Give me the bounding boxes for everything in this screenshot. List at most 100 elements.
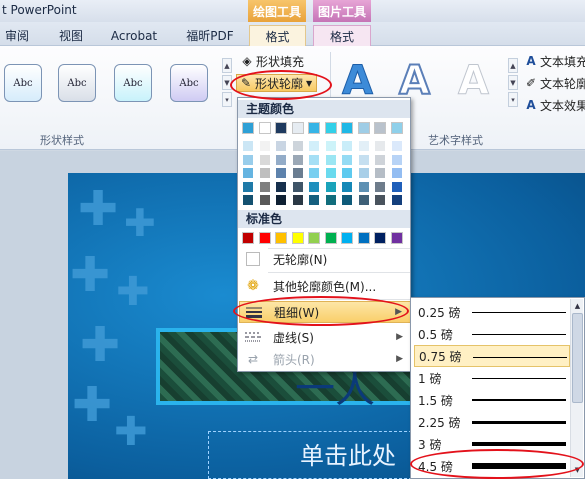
theme-color-shade-swatch[interactable]: [258, 167, 271, 179]
weight-option[interactable]: 3 磅: [414, 433, 570, 455]
theme-color-shade-swatch[interactable]: [341, 153, 353, 166]
theme-color-shade-swatch[interactable]: [324, 167, 337, 179]
theme-color-shade-swatch[interactable]: [291, 194, 304, 206]
standard-color-swatch[interactable]: [291, 232, 304, 244]
dashes-item[interactable]: 虚线(S) ▶: [239, 326, 411, 348]
weight-option[interactable]: 4.5 磅: [414, 455, 570, 477]
wordart-scroll-up[interactable]: ▲: [508, 58, 518, 73]
shape-fill-button[interactable]: ◈ 形状填充: [240, 52, 304, 70]
weight-option[interactable]: 1 磅: [414, 367, 570, 389]
theme-color-shade-swatch[interactable]: [242, 194, 254, 206]
theme-color-swatch[interactable]: [308, 122, 320, 134]
shape-style-1[interactable]: Abc: [4, 64, 42, 102]
theme-color-shade-swatch[interactable]: [291, 167, 304, 179]
standard-color-swatch[interactable]: [390, 232, 403, 244]
theme-color-shade-swatch[interactable]: [341, 194, 353, 206]
weight-option[interactable]: 0.75 磅: [414, 345, 570, 367]
standard-color-swatch[interactable]: [258, 232, 271, 244]
text-effects-button[interactable]: A 文本效果: [524, 96, 585, 114]
shape-style-2[interactable]: Abc: [58, 64, 96, 102]
tab-review[interactable]: 审阅: [0, 25, 34, 46]
theme-color-shade-swatch[interactable]: [242, 140, 254, 152]
standard-color-swatch[interactable]: [242, 232, 254, 244]
theme-color-shade-swatch[interactable]: [357, 194, 370, 206]
theme-color-swatch[interactable]: [357, 122, 370, 134]
theme-color-swatch[interactable]: [258, 122, 271, 134]
text-outline-button[interactable]: ✐ 文本轮廓: [524, 74, 585, 92]
theme-color-shade-swatch[interactable]: [258, 153, 271, 166]
weight-item[interactable]: 粗细(W) ▶: [239, 301, 411, 323]
arrows-item[interactable]: ⇄ 箭头(R) ▶: [239, 348, 411, 370]
theme-color-shade-swatch[interactable]: [275, 167, 287, 179]
theme-color-swatch[interactable]: [374, 122, 386, 134]
theme-color-shade-swatch[interactable]: [275, 140, 287, 152]
theme-color-shade-swatch[interactable]: [308, 180, 320, 193]
theme-color-shade-swatch[interactable]: [374, 153, 386, 166]
theme-color-shade-swatch[interactable]: [324, 194, 337, 206]
text-fill-button[interactable]: A 文本填充: [524, 52, 585, 70]
shape-style-3[interactable]: Abc: [114, 64, 152, 102]
theme-color-shade-swatch[interactable]: [242, 180, 254, 193]
more-outline-colors-item[interactable]: ❁ 其他轮廓颜色(M)...: [239, 275, 411, 297]
theme-color-shade-swatch[interactable]: [324, 180, 337, 193]
tab-format-drawing[interactable]: 格式: [249, 25, 306, 46]
theme-color-shade-swatch[interactable]: [242, 153, 254, 166]
theme-color-shade-swatch[interactable]: [291, 180, 304, 193]
theme-color-shade-swatch[interactable]: [308, 140, 320, 152]
styles-scroll-down[interactable]: ▼: [222, 75, 232, 90]
tab-foxit-pdf[interactable]: 福昕PDF: [178, 25, 242, 46]
theme-color-shade-swatch[interactable]: [357, 140, 370, 152]
theme-color-shade-swatch[interactable]: [374, 180, 386, 193]
theme-color-shade-swatch[interactable]: [275, 194, 287, 206]
theme-color-shade-swatch[interactable]: [341, 167, 353, 179]
theme-color-shade-swatch[interactable]: [291, 140, 304, 152]
theme-color-swatch[interactable]: [242, 122, 254, 134]
standard-color-swatch[interactable]: [341, 232, 353, 244]
styles-scroll-up[interactable]: ▲: [222, 58, 232, 73]
weight-option[interactable]: 1.5 磅: [414, 389, 570, 411]
no-outline-item[interactable]: 无轮廓(N): [239, 248, 411, 270]
weight-option[interactable]: 0.25 磅: [414, 301, 570, 323]
tab-format-picture[interactable]: 格式: [313, 25, 371, 46]
tab-view[interactable]: 视图: [52, 25, 90, 46]
theme-color-shade-swatch[interactable]: [374, 140, 386, 152]
styles-more[interactable]: ▾: [222, 92, 232, 107]
theme-color-shade-swatch[interactable]: [390, 167, 403, 179]
theme-color-shade-swatch[interactable]: [275, 180, 287, 193]
wordart-more[interactable]: ▾: [508, 92, 518, 107]
theme-color-swatch[interactable]: [390, 122, 403, 134]
scroll-thumb[interactable]: [572, 313, 583, 403]
tab-acrobat[interactable]: Acrobat: [104, 25, 164, 46]
theme-color-shade-swatch[interactable]: [341, 180, 353, 193]
scroll-down-icon[interactable]: ▼: [572, 464, 583, 476]
scroll-up-icon[interactable]: ▲: [572, 300, 583, 312]
theme-color-shade-swatch[interactable]: [341, 140, 353, 152]
theme-color-shade-swatch[interactable]: [324, 140, 337, 152]
theme-color-shade-swatch[interactable]: [357, 180, 370, 193]
standard-color-swatch[interactable]: [374, 232, 386, 244]
theme-color-shade-swatch[interactable]: [390, 180, 403, 193]
standard-color-swatch[interactable]: [275, 232, 287, 244]
theme-color-shade-swatch[interactable]: [258, 180, 271, 193]
theme-color-shade-swatch[interactable]: [275, 153, 287, 166]
theme-color-shade-swatch[interactable]: [308, 153, 320, 166]
standard-color-swatch[interactable]: [324, 232, 337, 244]
weight-option[interactable]: 2.25 磅: [414, 411, 570, 433]
theme-color-shade-swatch[interactable]: [357, 167, 370, 179]
theme-color-shade-swatch[interactable]: [242, 167, 254, 179]
wordart-style-3[interactable]: A: [458, 58, 490, 105]
theme-color-shade-swatch[interactable]: [258, 194, 271, 206]
theme-color-shade-swatch[interactable]: [357, 153, 370, 166]
standard-color-swatch[interactable]: [357, 232, 370, 244]
theme-color-swatch[interactable]: [324, 122, 337, 134]
theme-color-shade-swatch[interactable]: [308, 194, 320, 206]
theme-color-shade-swatch[interactable]: [258, 140, 271, 152]
theme-color-swatch[interactable]: [341, 122, 353, 134]
weight-option[interactable]: 0.5 磅: [414, 323, 570, 345]
standard-color-swatch[interactable]: [308, 232, 320, 244]
wordart-scroll-down[interactable]: ▼: [508, 75, 518, 90]
theme-color-shade-swatch[interactable]: [390, 153, 403, 166]
shape-outline-button[interactable]: ✎ 形状轮廓 ▼: [236, 74, 318, 92]
theme-color-shade-swatch[interactable]: [291, 153, 304, 166]
shape-style-4[interactable]: Abc: [170, 64, 208, 102]
